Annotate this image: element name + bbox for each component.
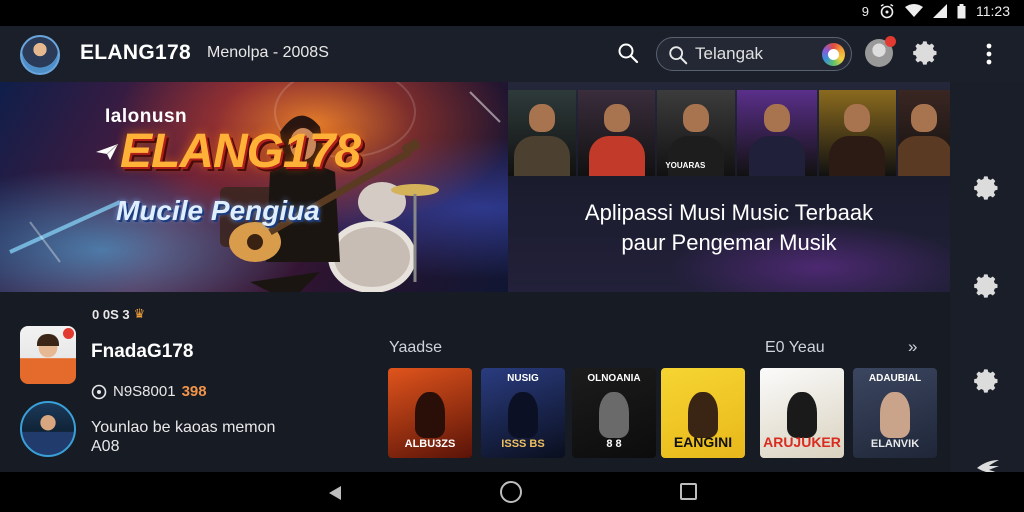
- album-card[interactable]: EANGINI: [661, 368, 745, 458]
- chevron-right-icon[interactable]: »: [908, 337, 917, 357]
- album-top-text: OLNOANIA: [587, 373, 641, 384]
- album-artist-figure: [688, 392, 718, 438]
- app-subtitle: Menolpa - 2008S: [207, 44, 329, 61]
- secondary-text-line1: Younlao be kaoas memon: [91, 419, 276, 436]
- album-card[interactable]: NUSIG ISSS BS: [481, 368, 565, 458]
- status-icons: 9 11:23: [862, 3, 1010, 19]
- album-bottom-text: 8 8: [606, 438, 622, 450]
- artist-head: [911, 104, 938, 132]
- battery-icon: [957, 3, 966, 18]
- album-card[interactable]: OLNOANIA 8 8: [572, 368, 656, 458]
- artist-body: [898, 136, 950, 176]
- signal-digit: 9: [861, 3, 869, 19]
- avatar-hair: [37, 334, 59, 346]
- top-bar: ELANG178 Menolpa - 2008S: [0, 26, 1024, 82]
- featured-thumbnail[interactable]: [577, 90, 656, 176]
- album-artist-figure: [415, 392, 445, 438]
- artist-body: [829, 136, 886, 176]
- profile-button[interactable]: [865, 36, 896, 67]
- album-bottom-text: ARUJUKER: [763, 434, 841, 450]
- see-more-link[interactable]: E0 Yeau: [765, 339, 825, 357]
- album-bottom-text: ISSS BS: [501, 438, 545, 450]
- featured-thumbnail[interactable]: [508, 90, 576, 176]
- notification-dot: [885, 36, 896, 47]
- record-icon: [91, 384, 107, 399]
- hero-title: ELANG178: [120, 125, 361, 178]
- artist-head: [528, 104, 555, 132]
- artist-body: [748, 136, 805, 176]
- section-label: Yaadse: [389, 339, 443, 356]
- featured-thumbnail[interactable]: [736, 90, 817, 176]
- hero-caption: Aplipassi Musi Music Terbaak paur Pengem…: [508, 198, 950, 258]
- system-nav-bar: [0, 472, 1024, 512]
- featured-thumbnail[interactable]: YOUARAS: [657, 90, 735, 176]
- hero-banner[interactable]: Ialonusn ELANG178 Mucile Pengiua: [0, 82, 508, 292]
- featured-artist-strip: YOUARAS: [508, 90, 950, 176]
- app-title: ELANG178: [80, 41, 191, 64]
- status-bar: 9 11:23: [0, 0, 1024, 26]
- user-name[interactable]: FnadaG178: [91, 341, 193, 363]
- concert-illustration: [9, 82, 501, 292]
- gear-icon[interactable]: [912, 39, 940, 67]
- artist-body: [668, 136, 725, 176]
- gear-icon[interactable]: [973, 367, 1001, 395]
- gear-icon[interactable]: [973, 272, 1001, 300]
- wing-icon[interactable]: [973, 454, 1001, 472]
- hero-subtitle: Mucile Pengiua: [116, 195, 320, 226]
- thumbnail-caption: YOUARAS: [665, 161, 706, 170]
- album-card[interactable]: ADAUBIAL ELANVIK: [853, 368, 937, 458]
- hero-caption-line2: paur Pengemar Musik: [621, 230, 837, 255]
- artist-head: [603, 104, 630, 132]
- featured-thumbnail[interactable]: [818, 90, 897, 176]
- album-bottom-text: ELANVIK: [870, 438, 920, 450]
- album-bottom-text: EANGINI: [673, 434, 733, 450]
- album-artist-figure: [880, 392, 910, 438]
- search-field-icon: [669, 46, 688, 65]
- stat-prefix: N9S8001: [113, 383, 176, 400]
- artist-head: [844, 104, 871, 132]
- badges-text: 0 0S 3: [92, 306, 130, 322]
- search-input[interactable]: [695, 42, 815, 66]
- album-artist-figure: [508, 392, 538, 438]
- stat-highlight: 398: [181, 383, 207, 400]
- album-card[interactable]: ALBU3ZS: [388, 368, 472, 458]
- signal-icon: [933, 4, 947, 18]
- back-icon[interactable]: [326, 484, 344, 502]
- artist-head: [683, 104, 710, 132]
- paper-plane-icon: [96, 144, 118, 160]
- secondary-text-line2: A08: [91, 438, 120, 455]
- wifi-icon: [905, 4, 923, 17]
- secondary-avatar[interactable]: [20, 401, 76, 457]
- user-avatar[interactable]: [20, 35, 60, 75]
- search-icon[interactable]: [616, 41, 640, 65]
- home-icon[interactable]: [500, 481, 522, 503]
- album-top-text: ADAUBIAL: [868, 373, 922, 384]
- artist-head: [763, 104, 790, 132]
- right-rail: [950, 82, 1024, 472]
- album-bottom-text: ALBU3ZS: [404, 438, 456, 450]
- artist-avatar[interactable]: [20, 326, 76, 384]
- status-time: 11:23: [976, 3, 1010, 19]
- color-theme-icon[interactable]: [822, 43, 845, 66]
- hero-featured-panel: YOUARAS Aplipassi Musi Music Terbaak pau…: [508, 82, 950, 292]
- secondary-text: Younlao be kaoas memon A08: [91, 418, 351, 456]
- more-options-icon[interactable]: [982, 40, 996, 68]
- alarm-icon: [880, 3, 894, 19]
- album-artist-figure: [599, 392, 629, 438]
- avatar-badge: [63, 328, 74, 339]
- album-card[interactable]: ARUJUKER: [760, 368, 844, 458]
- gear-icon[interactable]: [973, 174, 1001, 202]
- app-screen: ELANG178 Menolpa - 2008S Telangak Ialonu…: [0, 26, 1024, 472]
- artist-body: [513, 136, 570, 176]
- user-stat: N9S8001 398: [91, 383, 207, 400]
- search-field[interactable]: [656, 37, 852, 71]
- featured-thumbnail[interactable]: [898, 90, 950, 176]
- album-artist-figure: [787, 392, 817, 438]
- artist-body: [588, 136, 645, 176]
- album-top-text: NUSIG: [507, 373, 539, 384]
- hero-caption-line1: Aplipassi Musi Music Terbaak: [584, 200, 874, 225]
- crown-icon: ♛: [133, 306, 146, 321]
- recent-apps-icon[interactable]: [680, 483, 697, 500]
- badges-row: 0 0S 3 ♛: [92, 306, 145, 322]
